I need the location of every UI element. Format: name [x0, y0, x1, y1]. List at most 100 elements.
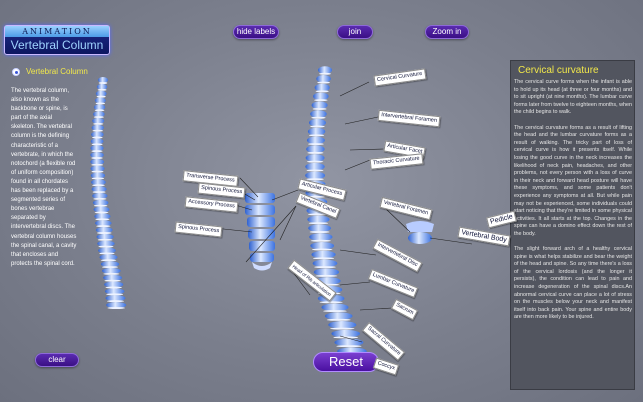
vertebra	[316, 74, 331, 83]
vertebra	[334, 338, 364, 347]
intervertebral-disc	[91, 163, 104, 166]
intervertebral-disc	[91, 177, 105, 180]
intervertebral-disc	[309, 134, 325, 137]
vertebra	[306, 145, 325, 153]
intervertebral-disc	[106, 293, 124, 296]
reset-button[interactable]: Reset	[313, 352, 379, 372]
intervertebral-disc	[306, 160, 324, 163]
info-paragraph: The cervical curvature forms as a result…	[514, 124, 632, 237]
vertebra	[331, 329, 360, 338]
intervertebral-disc	[91, 136, 103, 139]
intervertebral-disc	[92, 191, 106, 194]
app-logo: ANIMATION Vertebral Column	[4, 25, 110, 55]
info-paragraph: The slight forward arch of a healthy cer…	[514, 246, 632, 321]
intervertebral-disc	[95, 102, 106, 105]
vertebra	[306, 136, 325, 145]
intervertebral-disc	[330, 327, 355, 330]
intervertebral-disc	[317, 81, 330, 84]
intervertebral-disc	[95, 218, 110, 221]
clear-button[interactable]: clear	[35, 353, 79, 367]
vertebra	[305, 171, 326, 180]
vertebra	[324, 312, 353, 320]
vertebra	[308, 224, 331, 232]
intervertebral-disc	[107, 307, 125, 309]
intervertebral-disc	[103, 272, 120, 275]
small-spine-model	[90, 77, 127, 309]
intervertebral-disc	[326, 318, 351, 321]
logo-subtitle: ANIMATION	[5, 26, 109, 37]
vertebra	[305, 154, 325, 162]
vertebra	[309, 233, 333, 241]
intervertebral-disc	[94, 211, 109, 214]
intervertebral-disc	[97, 232, 112, 234]
intervertebral-disc	[318, 72, 332, 75]
vertebra	[311, 250, 336, 259]
isolated-vertebra[interactable]	[406, 221, 434, 244]
option-vertebral-column[interactable]: Vertebral Column	[12, 67, 88, 76]
vertebra	[310, 110, 327, 118]
option-label: Vertebral Column	[26, 67, 88, 76]
join-button[interactable]: join	[337, 25, 373, 39]
intervertebral-disc	[98, 245, 114, 248]
intervertebral-disc	[315, 274, 338, 277]
intervertebral-disc	[310, 239, 331, 242]
radio-icon[interactable]	[12, 67, 20, 76]
intervertebral-disc	[98, 82, 108, 84]
intervertebral-disc	[308, 143, 324, 146]
vertebra	[307, 215, 330, 224]
vertebra	[305, 162, 325, 171]
intervertebral-disc	[313, 257, 335, 260]
intervertebral-disc	[315, 90, 329, 93]
vertebra	[314, 83, 330, 92]
intervertebral-disc	[314, 99, 328, 102]
vertebra	[310, 241, 335, 250]
intervertebral-disc	[312, 107, 327, 110]
intervertebral-disc	[94, 109, 105, 112]
vertebra	[313, 268, 339, 276]
intervertebral-disc	[97, 238, 113, 241]
intervertebral-disc	[93, 116, 104, 119]
intervertebral-disc	[306, 169, 324, 172]
intervertebral-disc	[93, 204, 108, 207]
intervertebral-disc	[311, 248, 333, 251]
intervertebral-disc	[91, 157, 103, 159]
intervertebral-disc	[106, 300, 125, 303]
logo-title: Vertebral Column	[10, 38, 104, 52]
intervertebral-disc	[319, 301, 343, 304]
intervertebral-disc	[99, 252, 115, 255]
intervertebral-disc	[92, 129, 104, 132]
intervertebral-disc	[93, 197, 107, 200]
info-paragraph: The cervical curve forms when the infant…	[514, 79, 632, 116]
intervertebral-disc	[100, 259, 117, 262]
info-panel: Cervical curvature The cervical curve fo…	[510, 60, 635, 390]
description-text: The vertebral column, also known as the …	[11, 88, 77, 267]
intervertebral-disc	[92, 184, 105, 187]
vertebra	[307, 127, 326, 136]
vertebra	[308, 118, 326, 127]
vertebra	[318, 66, 332, 74]
vertebra	[321, 303, 349, 312]
intervertebral-disc	[311, 116, 326, 119]
vertebra	[312, 259, 338, 268]
intervertebral-disc	[104, 279, 121, 282]
intervertebral-disc	[91, 143, 103, 146]
intervertebral-disc	[323, 310, 347, 313]
intervertebral-disc	[309, 230, 330, 233]
intervertebral-disc	[336, 345, 362, 348]
intervertebral-disc	[96, 225, 111, 228]
info-title: Cervical curvature	[518, 65, 599, 76]
vertebra	[311, 101, 328, 109]
hide-labels-button[interactable]: hide labels	[233, 25, 279, 39]
intervertebral-disc	[91, 150, 103, 153]
intervertebral-disc	[97, 88, 107, 91]
vertebra	[313, 92, 329, 101]
intervertebral-disc	[102, 266, 118, 269]
intervertebral-disc	[93, 122, 104, 125]
intervertebral-disc	[310, 125, 325, 128]
intervertebral-disc	[308, 222, 329, 225]
zoom-in-button[interactable]: Zoom in	[425, 25, 469, 39]
intervertebral-disc	[314, 266, 336, 269]
vertebra	[328, 321, 357, 329]
intervertebral-disc	[307, 151, 324, 154]
info-body: The cervical curve forms when the infant…	[514, 79, 632, 330]
